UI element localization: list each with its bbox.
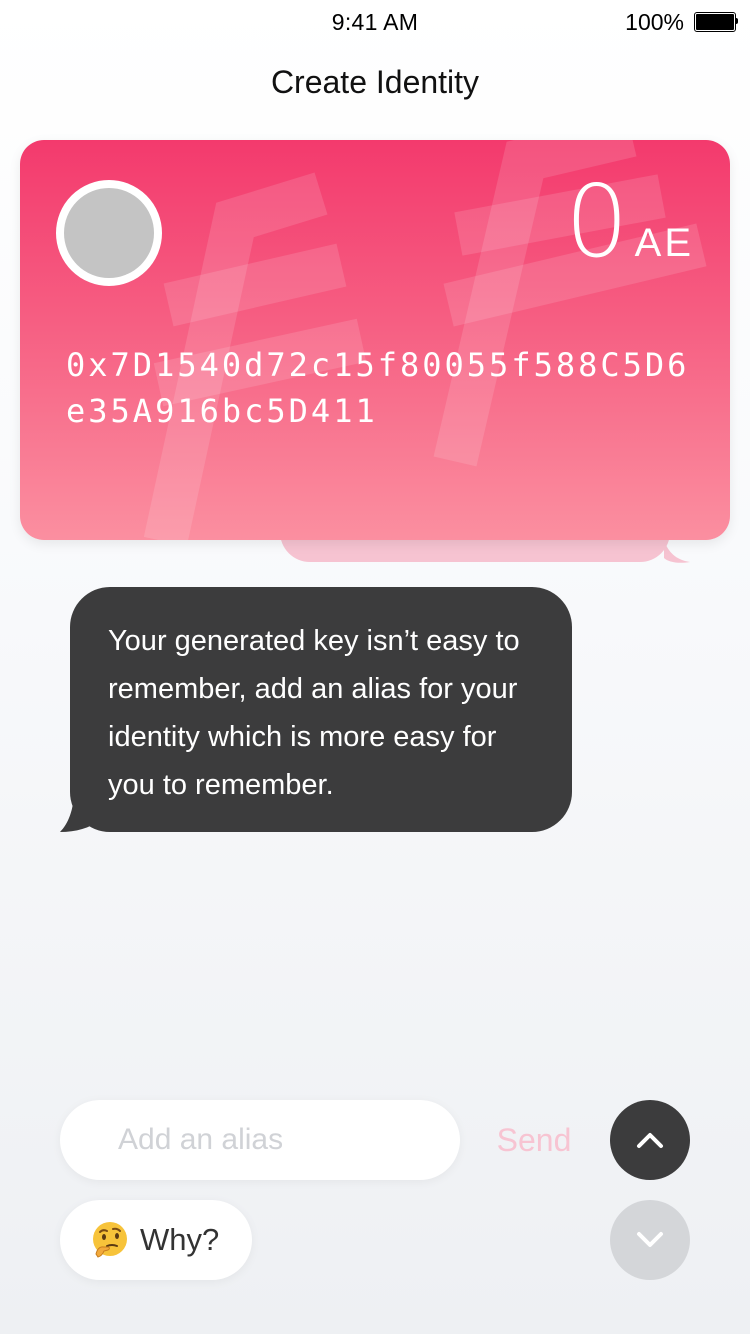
identity-address: 0x7D1540d72c15f80055f588C5D6e35A916bc5D4… xyxy=(66,346,690,430)
identity-card[interactable]: 0 AE 0x7D1540d72c15f80055f588C5D6e35A916b… xyxy=(20,140,730,540)
page-title: Create Identity xyxy=(270,64,480,100)
assistant-message-bubble: Your generated key isn’t easy to remembe… xyxy=(70,587,572,832)
why-label: Why? xyxy=(140,1222,220,1257)
assistant-message-text: Your generated key isn’t easy to remembe… xyxy=(108,625,520,801)
chevron-up-icon xyxy=(637,1133,663,1148)
battery-icon xyxy=(694,12,738,32)
previous-message-tail xyxy=(664,540,690,563)
battery-percent: 100% xyxy=(625,9,684,35)
scroll-down-button[interactable] xyxy=(610,1200,690,1280)
why-button[interactable]: Why? xyxy=(60,1200,252,1280)
thinking-face-icon xyxy=(93,1222,127,1258)
status-bar: 9:41 AM 100% xyxy=(0,0,750,44)
send-button[interactable]: Send xyxy=(480,1100,588,1180)
balance-currency: AE xyxy=(634,221,694,265)
balance: 0 AE xyxy=(565,172,694,272)
identity-avatar xyxy=(56,180,162,286)
chevron-down-icon xyxy=(637,1232,663,1247)
scroll-up-button[interactable] xyxy=(610,1100,690,1180)
balance-amount: 0 xyxy=(565,163,629,280)
alias-input[interactable] xyxy=(60,1100,460,1180)
